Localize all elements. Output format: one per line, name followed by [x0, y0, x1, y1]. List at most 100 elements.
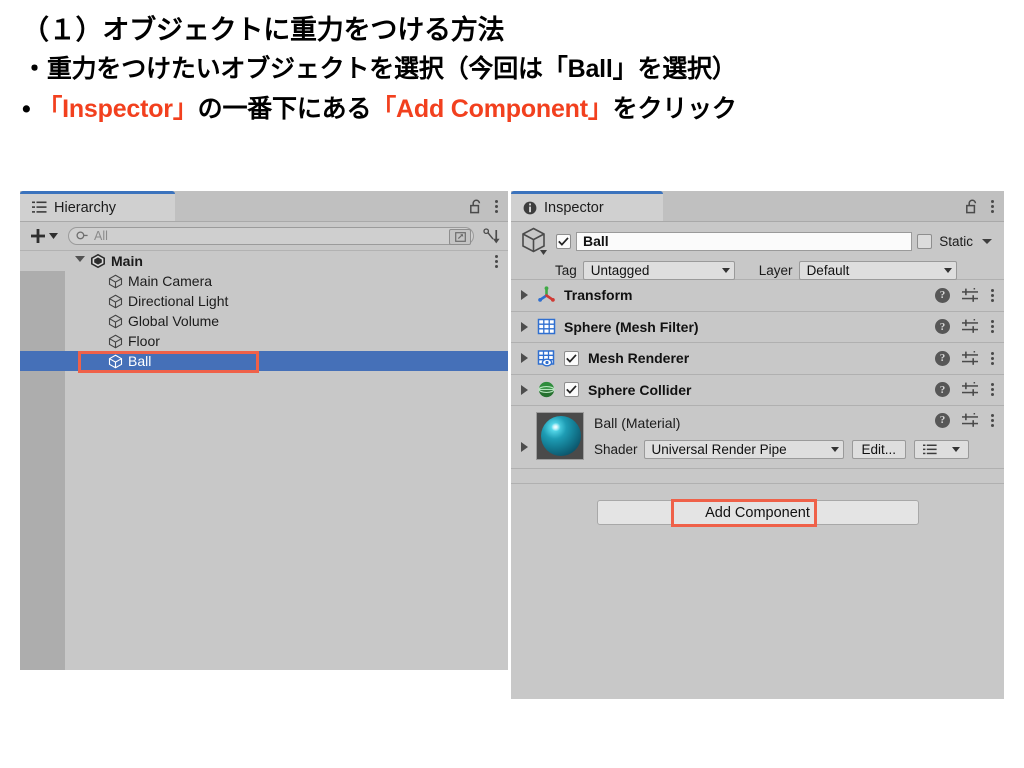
material-block: Ball (Material) ? Shader Universal Rende…: [511, 406, 1004, 469]
material-sphere-preview: [536, 412, 584, 460]
expand-triangle-icon[interactable]: [521, 353, 528, 364]
bullet-text-2-end: をクリック: [612, 95, 737, 123]
preset-sliders-icon[interactable]: [962, 287, 978, 303]
bullet-text-1: 重力をつけたいオブジェクトを選択（今回は「Ball」を選択）: [46, 55, 737, 83]
shader-row: Shader Universal Render Pipe Edit...: [594, 440, 970, 459]
tag-value: Untagged: [590, 262, 650, 278]
bullet-marker-1: ・: [22, 55, 47, 83]
bullet-marker-2: •: [22, 95, 31, 123]
help-question-icon[interactable]: ?: [935, 319, 950, 335]
gameobject-cube-icon: [108, 274, 123, 289]
hierarchy-row-main-camera[interactable]: Main Camera: [20, 271, 508, 291]
hierarchy-tree: Main Main Camera Directional Light Global V…: [20, 251, 508, 670]
bullet-text-2-inspector: 「Inspector」: [37, 95, 198, 123]
gameobject-cube-icon: [519, 226, 549, 256]
sort-button[interactable]: [480, 226, 502, 246]
shader-edit-button[interactable]: Edit...: [851, 440, 907, 459]
inspector-tabbar: Inspector: [511, 191, 1004, 222]
component-name: Transform: [564, 287, 633, 304]
hierarchy-row-directional-light[interactable]: Directional Light: [20, 291, 508, 311]
kebab-menu-icon[interactable]: [494, 253, 498, 269]
static-checkbox[interactable]: [917, 233, 933, 249]
gameobject-cube-icon: [108, 334, 123, 349]
kebab-menu-icon[interactable]: [990, 319, 994, 335]
object-name-field[interactable]: Ball: [576, 231, 913, 251]
material-row-actions: ?: [935, 412, 994, 428]
help-question-icon[interactable]: ?: [935, 382, 950, 398]
component-row-sphere-collider[interactable]: Sphere Collider?: [511, 374, 1004, 406]
info-circle-icon: [523, 201, 537, 215]
hierarchy-row-label: Floor: [128, 333, 160, 349]
tab-inspector[interactable]: Inspector: [511, 191, 663, 221]
material-title: Ball (Material): [594, 415, 681, 431]
help-question-icon[interactable]: ?: [935, 350, 950, 366]
inspector-panel: Inspector Ball Static Tag Untagged Layer…: [508, 191, 1004, 699]
kebab-menu-icon[interactable]: [990, 350, 994, 366]
tab-hierarchy-label: Hierarchy: [54, 199, 117, 216]
page-title: （１）オブジェクトに重力をつける方法: [22, 15, 505, 45]
hierarchy-list-icon: [32, 201, 47, 214]
static-dropdown-caret-icon[interactable]: [982, 238, 992, 244]
bullet-line-1: ・重力をつけたいオブジェクトを選択（今回は「Ball」を選択）: [22, 50, 1002, 88]
expand-triangle-icon[interactable]: [521, 321, 528, 332]
tag-dropdown[interactable]: Untagged: [582, 260, 735, 280]
layer-dropdown[interactable]: Default: [798, 260, 957, 280]
tab-hierarchy[interactable]: Hierarchy: [20, 191, 175, 221]
kebab-menu-icon[interactable]: [990, 412, 994, 428]
preset-sliders-icon[interactable]: [962, 350, 978, 366]
transform-axis-icon: [537, 286, 556, 305]
preset-sliders-icon[interactable]: [962, 412, 978, 428]
create-object-button[interactable]: [26, 225, 62, 247]
tag-label: Tag: [555, 262, 577, 278]
component-row-actions: ?: [935, 280, 994, 311]
preset-sliders-icon[interactable]: [962, 319, 978, 334]
static-label: Static: [939, 233, 973, 249]
unity-prefab-icon: [90, 253, 106, 269]
hierarchy-panel: Hierarchy All Main Main Camera Direction…: [20, 191, 508, 670]
chevron-down-icon: [830, 447, 839, 452]
component-name: Sphere (Mesh Filter): [564, 318, 699, 335]
hierarchy-row-global-volume[interactable]: Global Volume: [20, 311, 508, 331]
bullet-text-2-mid: の一番下にある: [197, 95, 372, 123]
lock-open-icon[interactable]: [470, 199, 483, 214]
gameobject-cube-icon: [108, 314, 123, 329]
help-question-icon[interactable]: ?: [935, 287, 950, 303]
kebab-menu-icon[interactable]: [990, 287, 994, 303]
inspector-object-header: Ball Static Tag Untagged Layer Default: [511, 222, 1004, 280]
object-enabled-checkbox[interactable]: [556, 233, 571, 249]
kebab-menu-icon[interactable]: [990, 382, 994, 398]
component-enabled-checkbox[interactable]: [564, 382, 579, 398]
shader-value: Universal Render Pipe: [651, 442, 787, 457]
hierarchy-row-floor[interactable]: Floor: [20, 331, 508, 351]
material-expand-triangle-icon[interactable]: [521, 442, 528, 452]
chevron-down-icon: [721, 267, 730, 273]
component-name: Sphere Collider: [588, 381, 692, 398]
gameobject-cube-icon: [108, 354, 123, 369]
shader-dropdown[interactable]: Universal Render Pipe: [643, 440, 844, 459]
hierarchy-toolbar: All: [20, 222, 508, 251]
hierarchy-row-ball[interactable]: Ball: [20, 351, 508, 371]
component-row-transform[interactable]: Transform?: [511, 280, 1004, 312]
hierarchy-row-main[interactable]: Main: [20, 251, 508, 271]
shader-label: Shader: [594, 442, 638, 457]
help-question-icon[interactable]: ?: [935, 412, 950, 428]
mesh-renderer-icon: [537, 349, 556, 368]
search-icon: [76, 230, 88, 242]
component-row-mesh-renderer[interactable]: Mesh Renderer?: [511, 343, 1004, 375]
add-component-button[interactable]: Add Component: [596, 500, 919, 525]
search-input[interactable]: All: [68, 227, 474, 245]
lock-open-icon[interactable]: [966, 199, 979, 214]
component-enabled-checkbox[interactable]: [564, 350, 579, 366]
inspector-components: Transform? Sphere (Mesh Filter)? Mesh Rend…: [511, 280, 1004, 699]
expand-triangle-icon[interactable]: [521, 384, 528, 395]
component-row-sphere-mesh-filter-[interactable]: Sphere (Mesh Filter)?: [511, 311, 1004, 343]
gameobject-cube-icon: [108, 294, 123, 309]
hierarchy-tabbar: Hierarchy: [20, 191, 508, 222]
kebab-menu-icon[interactable]: [494, 198, 498, 214]
open-in-new-icon[interactable]: [449, 229, 471, 245]
expand-triangle-icon[interactable]: [521, 290, 528, 301]
kebab-menu-icon[interactable]: [990, 198, 994, 214]
shader-list-button[interactable]: [914, 440, 970, 459]
expand-triangle-icon[interactable]: [75, 256, 85, 266]
preset-sliders-icon[interactable]: [962, 382, 978, 397]
